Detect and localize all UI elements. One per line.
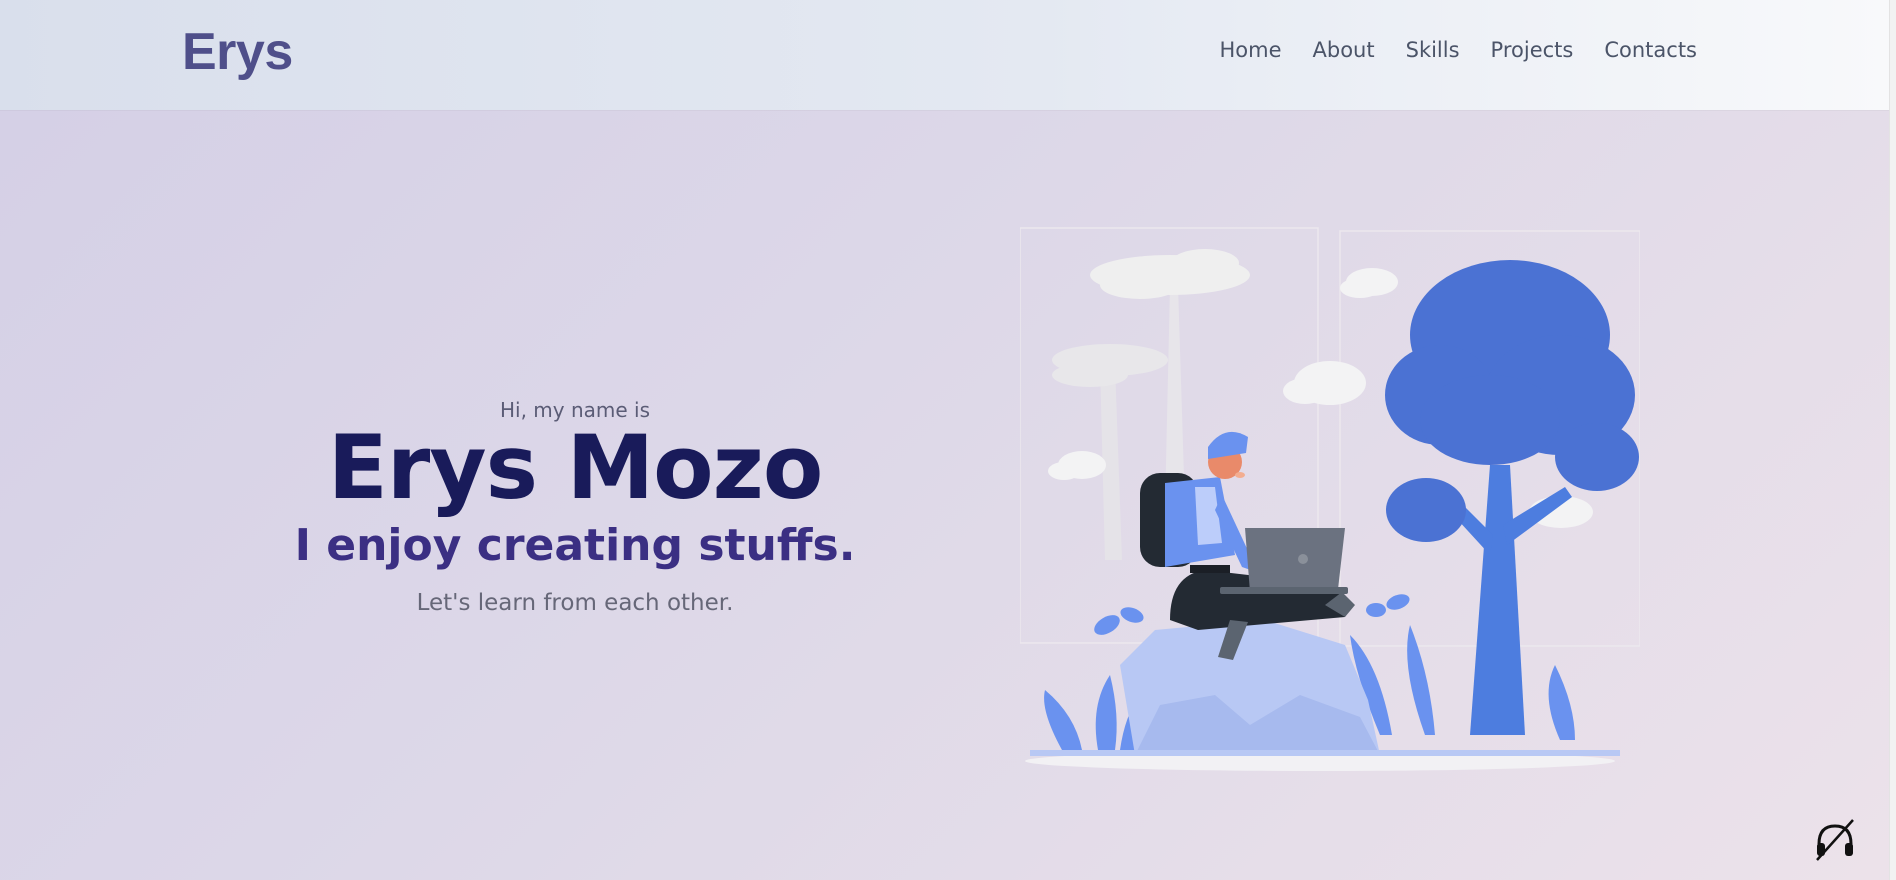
illustration-svg bbox=[1019, 227, 1641, 771]
hero-tagline: I enjoy creating stuffs. bbox=[294, 520, 856, 571]
music-off-icon[interactable] bbox=[1812, 816, 1858, 862]
page-scrollbar[interactable] bbox=[1889, 0, 1896, 880]
nav-contacts-link[interactable]: Contacts bbox=[1604, 38, 1697, 62]
hero-text: Hi, my name is Erys Mozo I enjoy creatin… bbox=[190, 398, 960, 616]
nav-about-link[interactable]: About bbox=[1313, 38, 1375, 62]
nav-projects-link[interactable]: Projects bbox=[1491, 38, 1574, 62]
hero-subline: Let's learn from each other. bbox=[416, 590, 734, 616]
music-off-svg bbox=[1816, 819, 1854, 861]
main-nav: Home About Skills Projects Contacts bbox=[1220, 38, 1698, 62]
site-header: Erys Home About Skills Projects Contacts bbox=[0, 0, 1890, 110]
nav-home-link[interactable]: Home bbox=[1220, 38, 1282, 62]
hero-name: Erys Mozo bbox=[327, 416, 824, 519]
nav-skills-link[interactable]: Skills bbox=[1406, 38, 1460, 62]
logo[interactable]: Erys bbox=[182, 22, 293, 82]
person-laptop-illustration bbox=[1019, 225, 1641, 785]
